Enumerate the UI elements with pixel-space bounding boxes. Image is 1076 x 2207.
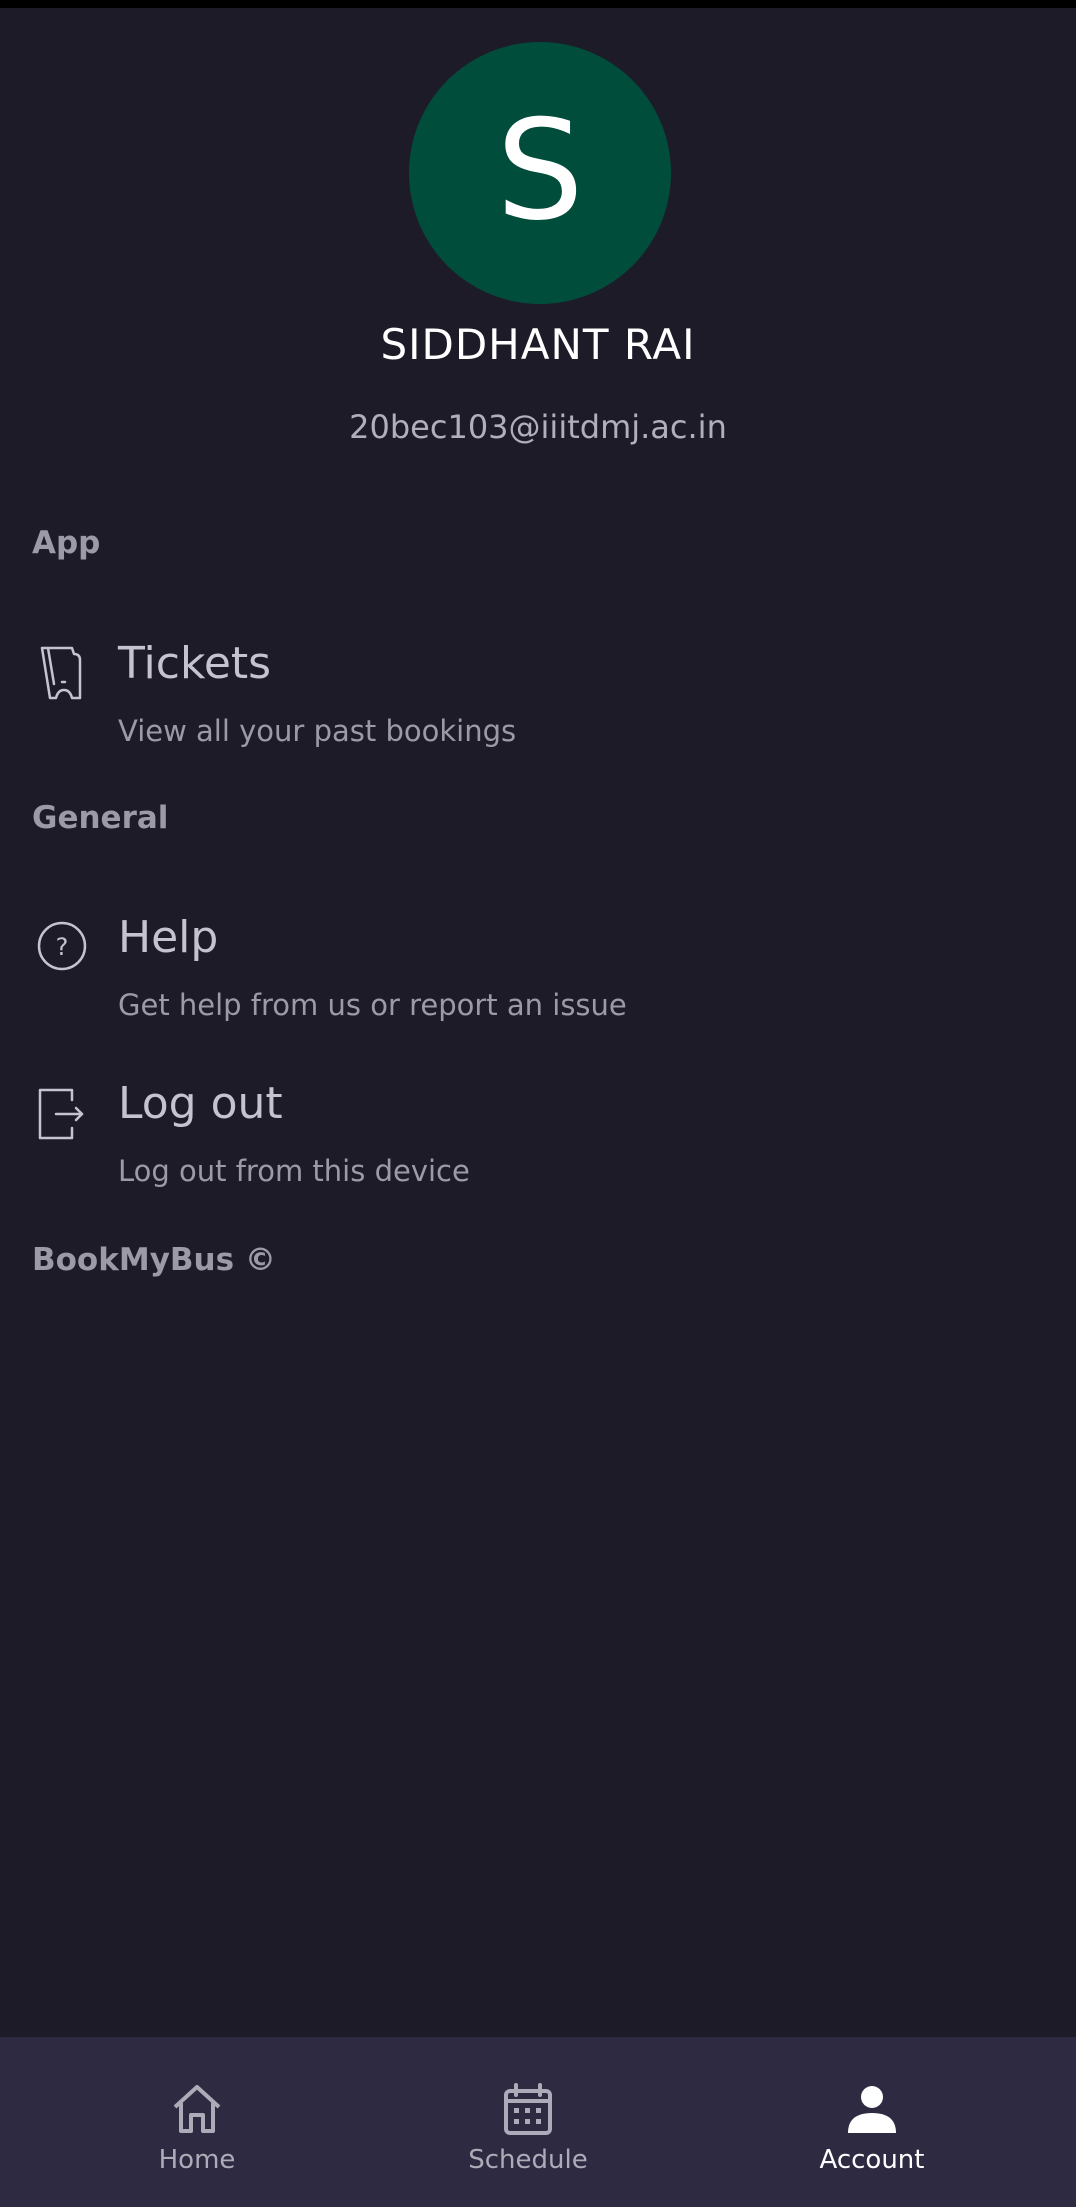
avatar-letter: S: [496, 90, 584, 251]
person-icon: [844, 2081, 900, 2137]
menu-item-tickets[interactable]: Tickets View all your past bookings: [0, 638, 1076, 784]
nav-home[interactable]: Home: [87, 2037, 307, 2207]
menu-title: Help: [118, 912, 219, 963]
section-heading-general: General: [32, 800, 169, 836]
logout-icon: [32, 1084, 92, 1144]
user-email: 20bec103@iiitdmj.ac.in: [349, 408, 727, 446]
menu-item-logout[interactable]: Log out Log out from this device: [0, 1078, 1076, 1224]
status-bar: [0, 0, 1076, 8]
menu-subtitle: View all your past bookings: [118, 714, 517, 748]
nav-label: Home: [158, 2145, 236, 2175]
bottom-navigation: Home Schedule Account: [0, 2037, 1076, 2207]
nav-account[interactable]: Account: [762, 2037, 982, 2207]
menu-title: Log out: [118, 1078, 283, 1129]
avatar: S: [409, 42, 671, 304]
menu-title: Tickets: [118, 638, 272, 689]
menu-subtitle: Get help from us or report an issue: [118, 988, 627, 1022]
ticket-icon: [32, 644, 92, 704]
menu-subtitle: Log out from this device: [118, 1154, 470, 1188]
nav-label: Schedule: [468, 2145, 588, 2175]
svg-text:?: ?: [56, 933, 69, 961]
calendar-icon: [500, 2081, 556, 2137]
nav-label: Account: [819, 2145, 925, 2175]
help-circle-icon: ?: [32, 918, 92, 978]
nav-schedule[interactable]: Schedule: [418, 2037, 638, 2207]
menu-item-help[interactable]: ? Help Get help from us or report an iss…: [0, 912, 1076, 1058]
footer-brand: BookMyBus ©: [32, 1242, 276, 1278]
home-icon: [169, 2081, 225, 2137]
user-name: SIDDHANT RAI: [380, 320, 696, 369]
section-heading-app: App: [32, 525, 101, 561]
